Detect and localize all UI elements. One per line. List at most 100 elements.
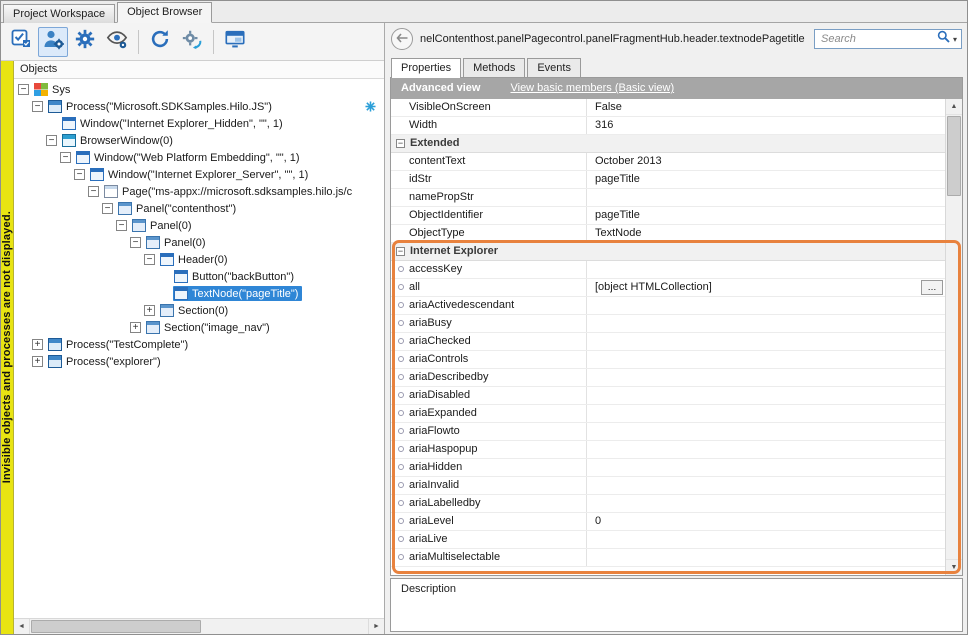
- property-group-row[interactable]: − Internet Explorer: [391, 243, 945, 261]
- expand-toggle[interactable]: −: [144, 254, 155, 265]
- expand-toggle[interactable]: −: [32, 101, 43, 112]
- view-options-button[interactable]: [102, 27, 132, 57]
- refresh-button[interactable]: [145, 27, 175, 57]
- property-name: ariaActivedescendant: [409, 299, 514, 311]
- search-box: ▾: [814, 29, 962, 49]
- basic-view-link[interactable]: View basic members (Basic view): [510, 82, 674, 94]
- tree-item[interactable]: − Sys: [14, 81, 384, 98]
- expand-toggle[interactable]: −: [130, 237, 141, 248]
- tab-methods[interactable]: Methods: [463, 58, 525, 77]
- expand-toggle[interactable]: −: [60, 152, 71, 163]
- tree-item[interactable]: − Process("Microsoft.SDKSamples.Hilo.JS"…: [14, 98, 384, 115]
- tree-item[interactable]: − Panel(0): [14, 234, 384, 251]
- expand-toggle[interactable]: +: [32, 356, 43, 367]
- tree-item[interactable]: − Panel("contenthost"): [14, 200, 384, 217]
- tree-item[interactable]: TextNode("pageTitle"): [14, 285, 384, 302]
- search-input[interactable]: [821, 33, 934, 45]
- back-button[interactable]: [391, 28, 413, 50]
- scroll-down-arrow-icon[interactable]: ▼: [946, 559, 962, 575]
- section-icon: [160, 304, 174, 317]
- property-row[interactable]: contentText October 2013: [391, 153, 945, 171]
- object-spy-button[interactable]: [38, 27, 68, 57]
- property-row[interactable]: ariaActivedescendant: [391, 297, 945, 315]
- tree-item[interactable]: + Section(0): [14, 302, 384, 319]
- property-bullet-icon: [398, 320, 404, 326]
- tree-item[interactable]: Window("Internet Explorer_Hidden", "", 1…: [14, 115, 384, 132]
- property-row[interactable]: Width 316: [391, 117, 945, 135]
- property-row[interactable]: ariaChecked: [391, 333, 945, 351]
- expand-toggle[interactable]: +: [32, 339, 43, 350]
- group-collapse-toggle[interactable]: −: [396, 139, 405, 148]
- property-row[interactable]: ariaDisabled: [391, 387, 945, 405]
- tree-item[interactable]: − Page("ms-appx://microsoft.sdksamples.h…: [14, 183, 384, 200]
- tab-events[interactable]: Events: [527, 58, 581, 77]
- tab-properties[interactable]: Properties: [391, 58, 461, 78]
- expand-toggle[interactable]: +: [144, 305, 155, 316]
- property-row[interactable]: ObjectIdentifier pageTitle: [391, 207, 945, 225]
- tree-item[interactable]: Button("backButton"): [14, 268, 384, 285]
- tree-item[interactable]: − BrowserWindow(0): [14, 132, 384, 149]
- tree-item[interactable]: − Window("Web Platform Embedding", "", 1…: [14, 149, 384, 166]
- tree-item[interactable]: + Process("explorer"): [14, 353, 384, 370]
- tree-item[interactable]: + Section("image_nav"): [14, 319, 384, 336]
- window-icon: [90, 168, 104, 181]
- expand-toggle[interactable]: +: [130, 322, 141, 333]
- tree-item[interactable]: + Process("TestComplete"): [14, 336, 384, 353]
- group-collapse-toggle[interactable]: −: [396, 247, 405, 256]
- settings-button[interactable]: [70, 27, 100, 57]
- vertical-scrollbar-thumb[interactable]: [947, 116, 961, 196]
- property-row[interactable]: VisibleOnScreen False: [391, 99, 945, 117]
- expand-toggle[interactable]: −: [46, 135, 57, 146]
- property-value: pageTitle: [595, 209, 640, 221]
- horizontal-scrollbar-thumb[interactable]: [31, 620, 201, 633]
- highlight-objects-button[interactable]: [6, 27, 36, 57]
- property-row[interactable]: ariaLabelledby: [391, 495, 945, 513]
- expand-toggle[interactable]: −: [88, 186, 99, 197]
- property-bullet-icon: [398, 554, 404, 560]
- property-row[interactable]: ariaLive: [391, 531, 945, 549]
- property-row[interactable]: ariaDescribedby: [391, 369, 945, 387]
- property-row[interactable]: ariaExpanded: [391, 405, 945, 423]
- property-row[interactable]: ariaInvalid: [391, 477, 945, 495]
- expand-toggle[interactable]: −: [74, 169, 85, 180]
- tab-object-browser[interactable]: Object Browser: [117, 2, 212, 23]
- property-group-row[interactable]: − Extended: [391, 135, 945, 153]
- scroll-up-arrow-icon[interactable]: ▲: [946, 99, 962, 115]
- expand-toggle[interactable]: −: [102, 203, 113, 214]
- property-bullet-icon: [398, 302, 404, 308]
- vertical-scrollbar[interactable]: ▲ ▼: [945, 99, 962, 576]
- tab-project-workspace[interactable]: Project Workspace: [3, 4, 115, 23]
- expand-toggle[interactable]: −: [116, 220, 127, 231]
- window-layout-button[interactable]: [220, 27, 250, 57]
- toolbar-separator: [213, 30, 214, 54]
- property-row[interactable]: all [object HTMLCollection] …: [391, 279, 945, 297]
- search-dropdown-chevron-icon[interactable]: ▾: [953, 35, 957, 44]
- property-name: ariaHaspopup: [409, 443, 478, 455]
- scroll-left-arrow-icon[interactable]: ◄: [14, 619, 30, 634]
- tree-item[interactable]: − Window("Internet Explorer_Server", "",…: [14, 166, 384, 183]
- tree-item[interactable]: − Panel(0): [14, 217, 384, 234]
- property-bullet-icon: [398, 482, 404, 488]
- ellipsis-button[interactable]: …: [921, 280, 943, 295]
- expand-toggle[interactable]: −: [18, 84, 29, 95]
- property-row[interactable]: accessKey: [391, 261, 945, 279]
- property-row[interactable]: ariaHidden: [391, 459, 945, 477]
- property-row[interactable]: ObjectType TextNode: [391, 225, 945, 243]
- auto-refresh-button[interactable]: [177, 27, 207, 57]
- property-row[interactable]: ariaFlowto: [391, 423, 945, 441]
- property-row[interactable]: ariaBusy: [391, 315, 945, 333]
- scroll-right-arrow-icon[interactable]: ►: [368, 619, 384, 634]
- property-row[interactable]: namePropStr: [391, 189, 945, 207]
- tree-item-label: Panel(0): [150, 220, 192, 232]
- property-row[interactable]: idStr pageTitle: [391, 171, 945, 189]
- property-row[interactable]: ariaLevel 0: [391, 513, 945, 531]
- property-row[interactable]: ariaHaspopup: [391, 441, 945, 459]
- tree-item[interactable]: − Header(0): [14, 251, 384, 268]
- invisible-objects-note: Invisible objects and processes are not …: [1, 211, 13, 483]
- property-row[interactable]: ariaControls: [391, 351, 945, 369]
- horizontal-scrollbar[interactable]: ◄ ►: [14, 618, 384, 634]
- property-value: TextNode: [595, 227, 641, 239]
- property-row[interactable]: ariaMultiselectable: [391, 549, 945, 567]
- search-icon[interactable]: [937, 30, 950, 48]
- tree-item-label: Section(0): [178, 305, 228, 317]
